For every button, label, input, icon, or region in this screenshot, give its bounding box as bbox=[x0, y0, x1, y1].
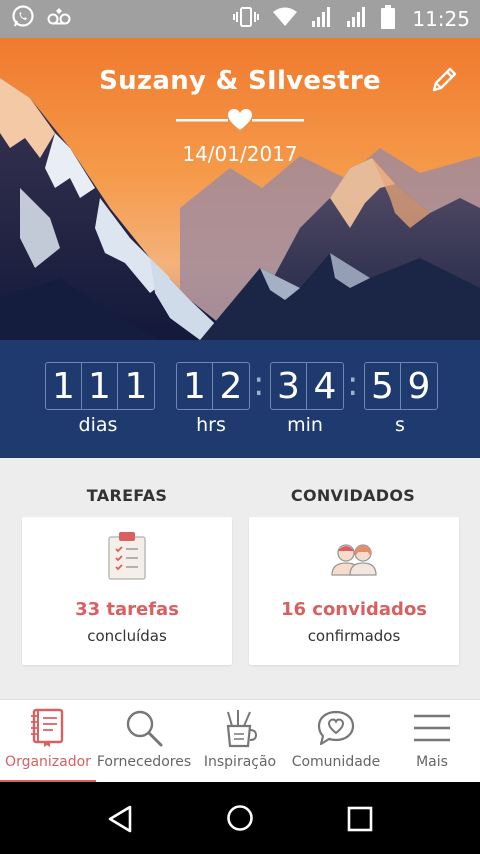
seconds-digit: 5 bbox=[365, 363, 401, 409]
bottom-navigation: Organizador Fornecedores Inspiração Comu… bbox=[0, 699, 480, 783]
heart-chat-icon bbox=[317, 710, 355, 746]
guests-count: 16 convidados bbox=[280, 599, 428, 620]
hours-counter: 1 2 bbox=[176, 362, 250, 410]
tasks-card[interactable]: 33 tarefas concluídas bbox=[22, 517, 232, 665]
nav-item-fornecedores[interactable]: Fornecedores bbox=[96, 700, 192, 783]
couple-names: Suzany & SIlvestre bbox=[99, 66, 381, 96]
nav-item-mais[interactable]: Mais bbox=[384, 700, 480, 783]
pencil-cup-icon bbox=[226, 710, 258, 748]
status-bar: 11:25 bbox=[0, 0, 480, 38]
notebook-icon bbox=[31, 708, 64, 747]
days-digit: 1 bbox=[46, 363, 82, 409]
seconds-digit: 9 bbox=[407, 365, 431, 407]
colon-separator: : bbox=[347, 364, 359, 404]
guests-section-title: CONVIDADOS bbox=[290, 486, 416, 505]
nav-label: Inspiração bbox=[203, 754, 277, 770]
guests-card[interactable]: 16 convidados confirmados bbox=[249, 517, 459, 665]
signal-icon bbox=[346, 6, 368, 33]
battery-icon bbox=[381, 4, 396, 34]
search-icon bbox=[126, 710, 163, 747]
days-counter: 1 1 1 bbox=[45, 362, 155, 410]
edit-pencil-icon[interactable] bbox=[428, 64, 460, 96]
days-digit: 1 bbox=[124, 365, 148, 407]
hero-banner: Suzany & SIlvestre 14/01/2017 bbox=[0, 38, 480, 340]
whatsapp-icon bbox=[10, 4, 36, 35]
back-icon[interactable] bbox=[106, 804, 134, 834]
heart-divider-icon bbox=[176, 109, 304, 130]
nav-label: Comunidade bbox=[291, 754, 381, 770]
tasks-status: concluídas bbox=[87, 627, 167, 645]
days-label: dias bbox=[78, 414, 118, 436]
clipboard-icon bbox=[108, 532, 146, 580]
signal-icon bbox=[311, 6, 333, 33]
seconds-label: s bbox=[395, 414, 405, 436]
minutes-label: min bbox=[287, 414, 323, 436]
nav-label: Organizador bbox=[5, 754, 91, 770]
hours-digit: 2 bbox=[219, 365, 243, 407]
guests-couple-icon bbox=[331, 544, 377, 576]
days-digit: 1 bbox=[82, 363, 118, 409]
home-icon[interactable] bbox=[226, 804, 254, 832]
minutes-digit: 3 bbox=[271, 363, 307, 409]
nav-item-inspiracao[interactable]: Inspiração bbox=[192, 700, 288, 783]
voicemail-icon bbox=[46, 4, 72, 35]
clock: 11:25 bbox=[412, 7, 470, 31]
hours-label: hrs bbox=[196, 414, 226, 436]
seconds-counter: 5 9 bbox=[364, 362, 438, 410]
vibrate-icon bbox=[233, 5, 260, 34]
minutes-counter: 3 4 bbox=[270, 362, 344, 410]
tasks-section-title: TAREFAS bbox=[86, 486, 168, 505]
nav-item-organizador[interactable]: Organizador bbox=[0, 700, 96, 783]
nav-label: Mais bbox=[416, 754, 448, 770]
screen: 11:25 Suzany & SIlvestre 14/01/2017 1 1 … bbox=[0, 0, 480, 854]
countdown-panel: 1 1 1 dias 1 2 hrs : 3 4 min : 5 9 s bbox=[0, 340, 480, 458]
nav-item-comunidade[interactable]: Comunidade bbox=[288, 700, 384, 783]
colon-separator: : bbox=[253, 364, 265, 404]
tasks-count: 33 tarefas bbox=[75, 599, 179, 620]
nav-label: Fornecedores bbox=[96, 754, 192, 770]
recent-apps-icon[interactable] bbox=[347, 806, 373, 832]
wedding-date: 14/01/2017 bbox=[182, 142, 298, 166]
system-navigation-bar bbox=[0, 782, 480, 854]
wifi-icon bbox=[272, 6, 298, 33]
guests-status: confirmados bbox=[307, 627, 401, 645]
minutes-digit: 4 bbox=[313, 365, 337, 407]
menu-icon bbox=[414, 714, 450, 742]
hours-digit: 1 bbox=[177, 363, 213, 409]
